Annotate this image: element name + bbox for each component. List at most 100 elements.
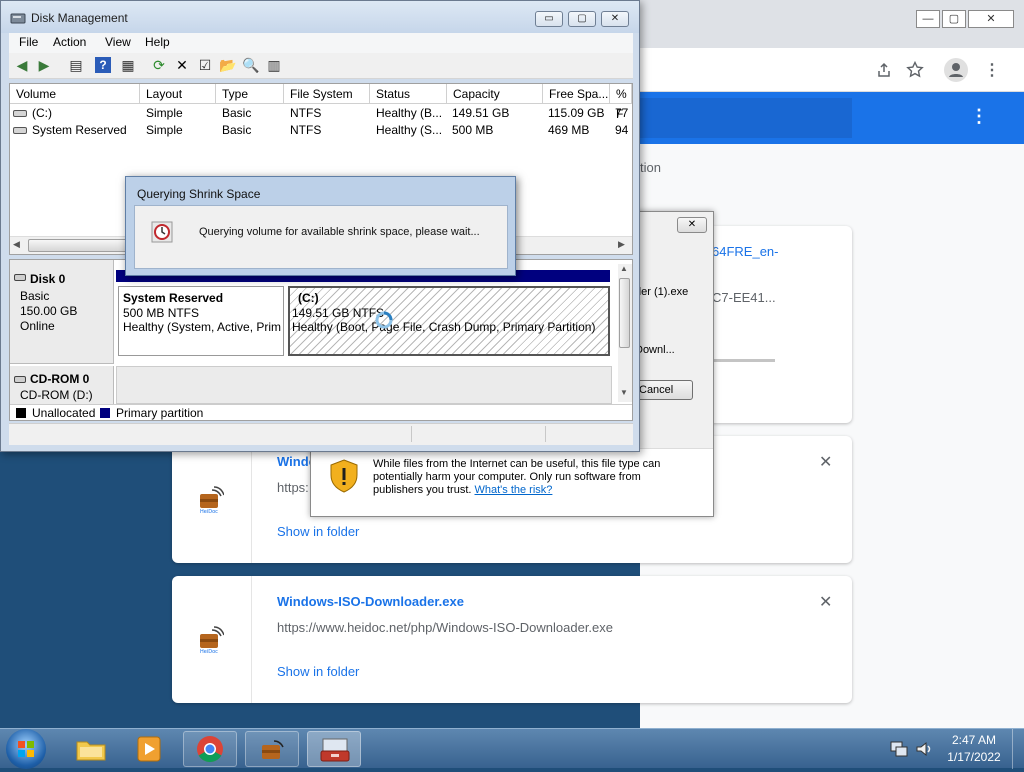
taskbar-chrome-button[interactable] <box>183 731 237 767</box>
properties-icon[interactable]: ▦ <box>119 56 137 74</box>
open-folder-icon[interactable]: 📂 <box>219 56 237 74</box>
column-header-status[interactable]: Status <box>370 84 447 104</box>
disk-0-size: 150.00 GB <box>20 304 78 318</box>
menu-action[interactable]: Action <box>53 35 86 49</box>
status-divider <box>411 426 412 442</box>
refresh-icon[interactable]: ⟳ <box>150 56 168 74</box>
partition-c-drive[interactable]: (C:) 149.51 GB NTFS Healthy (Boot, Page … <box>288 286 610 356</box>
download-url: https://www.heidoc.net/php/Windows-ISO-D… <box>277 620 614 635</box>
column-header-capacity[interactable]: Capacity <box>447 84 543 104</box>
scroll-down-arrow-icon[interactable]: ▼ <box>620 388 628 397</box>
partition-system-reserved[interactable]: System Reserved 500 MB NTFS Healthy (Sys… <box>118 286 284 356</box>
clock-date[interactable]: 1/17/2022 <box>944 750 1004 764</box>
clock-time[interactable]: 2:47 AM <box>944 733 1004 747</box>
show-desktop-button[interactable] <box>1012 729 1024 769</box>
cdrom-0-label[interactable]: CD-ROM 0 CD-ROM (D:) <box>10 366 114 404</box>
bookmark-star-icon[interactable] <box>906 61 924 79</box>
scroll-right-arrow-icon[interactable]: ▶ <box>618 239 625 250</box>
download-filename[interactable]: 64FRE_en- <box>712 244 778 259</box>
toolbar: ◀ ▶ ▤ ? ▦ ⟳ ✕ ☑ 📂 🔍 ▥ <box>9 53 633 79</box>
cell-volume: System Reserved <box>32 123 127 137</box>
legend-primary-partition: Primary partition <box>116 406 204 420</box>
column-header-free-space[interactable]: Free Spa... <box>543 84 610 104</box>
remove-download-button[interactable]: ✕ <box>819 592 832 612</box>
disk-0-label[interactable]: Disk 0 Basic 150.00 GB Online <box>10 260 114 364</box>
column-header-percent-free[interactable]: % F <box>610 84 632 121</box>
from-partial: Downl... <box>635 344 675 356</box>
whats-the-risk-link[interactable]: What's the risk? <box>475 484 553 496</box>
download-filename[interactable]: Windows-ISO-Downloader.exe <box>277 594 464 609</box>
cell-capacity: 500 MB <box>452 123 494 137</box>
scrollbar-thumb[interactable] <box>619 278 630 348</box>
cell-type: Basic <box>222 106 252 120</box>
download-url: https: <box>277 480 309 495</box>
querying-shrink-space-dialog: Querying Shrink Space Querying volume fo… <box>125 176 516 276</box>
partition-status: Healthy (Boot, Page File, Crash Dump, Pr… <box>292 320 596 334</box>
maximize-button[interactable]: ▢ <box>568 11 596 27</box>
downloads-search-bar[interactable] <box>640 98 852 138</box>
page-text-fragment: tion <box>640 160 661 175</box>
chrome-maximize-button[interactable]: ▢ <box>942 10 966 28</box>
dialog-body: Querying volume for available shrink spa… <box>134 205 508 269</box>
table-row[interactable]: System Reserved Simple Basic NTFS Health… <box>10 122 632 139</box>
settings-list-icon[interactable]: ▥ <box>265 56 283 74</box>
chrome-menu-icon[interactable]: ⋮ <box>984 60 1000 80</box>
delete-icon[interactable]: ✕ <box>173 56 191 74</box>
security-dialog-close-button[interactable]: ✕ <box>677 217 707 233</box>
disk-0-type: Basic <box>20 289 50 303</box>
chrome-minimize-button[interactable]: — <box>916 10 940 28</box>
volume-icon[interactable] <box>915 741 933 757</box>
downloads-header: ⋮ <box>640 92 1024 144</box>
menu-view[interactable]: View <box>105 35 131 49</box>
help-icon[interactable]: ? <box>95 57 111 73</box>
menu-file[interactable]: File <box>19 35 38 49</box>
taskbar-heidoc-button[interactable] <box>245 731 299 767</box>
chrome-toolbar: ⋮ <box>640 48 1024 92</box>
column-header-volume[interactable]: Volume <box>10 84 140 104</box>
clock-icon <box>151 221 173 243</box>
show-hide-console-icon[interactable]: ▤ <box>67 56 85 74</box>
taskbar-media-player-button[interactable] <box>122 731 176 767</box>
back-arrow-icon[interactable]: ◀ <box>13 56 31 74</box>
chrome-close-button[interactable]: ✕ <box>968 10 1014 28</box>
network-icon[interactable] <box>890 741 908 757</box>
table-row[interactable]: (C:) Simple Basic NTFS Healthy (B... 149… <box>10 105 632 122</box>
check-icon[interactable]: ☑ <box>196 56 214 74</box>
cell-percent-free: 94 <box>615 123 629 137</box>
forward-arrow-icon[interactable]: ▶ <box>35 56 53 74</box>
column-header-type[interactable]: Type <box>216 84 284 104</box>
remove-download-button[interactable]: ✕ <box>819 452 832 472</box>
minimize-button[interactable]: ▭ <box>535 11 563 27</box>
window-title: Disk Management <box>31 11 128 25</box>
start-button[interactable] <box>6 729 46 769</box>
profile-avatar[interactable] <box>944 58 968 82</box>
scroll-left-arrow-icon[interactable]: ◀ <box>13 239 20 250</box>
cell-type: Basic <box>222 123 252 137</box>
partition-size: 149.51 GB NTFS <box>292 306 385 320</box>
column-header-file-system[interactable]: File System <box>284 84 370 104</box>
cell-free-space: 469 MB <box>548 123 590 137</box>
show-in-folder-link[interactable]: Show in folder <box>277 664 359 679</box>
menu-help[interactable]: Help <box>145 35 170 49</box>
drive-icon <box>13 110 27 117</box>
partition-status: Healthy (System, Active, Prim <box>123 320 281 334</box>
taskbar-explorer-button[interactable] <box>64 731 118 767</box>
column-header-layout[interactable]: Layout <box>140 84 216 104</box>
heidoc-app-icon: HeiDoc <box>200 486 224 514</box>
disk-0-name: Disk 0 <box>30 272 66 286</box>
downloads-menu-icon[interactable]: ⋮ <box>970 106 988 127</box>
taskbar-disk-management-button[interactable] <box>307 731 361 767</box>
cell-status: Healthy (B... <box>376 106 443 120</box>
vertical-scrollbar[interactable]: ▲ ▼ <box>618 264 632 402</box>
disk-0-partitions: System Reserved 500 MB NTFS Healthy (Sys… <box>116 270 610 360</box>
search-icon[interactable]: 🔍 <box>242 56 260 74</box>
cell-capacity: 149.51 GB <box>452 106 510 120</box>
busy-spinner-icon <box>375 311 393 329</box>
show-in-folder-link[interactable]: Show in folder <box>277 524 359 539</box>
unallocated-swatch <box>16 408 26 418</box>
share-icon[interactable] <box>876 62 892 78</box>
cell-file-system: NTFS <box>290 106 322 120</box>
close-button[interactable]: ✕ <box>601 11 629 27</box>
cell-layout: Simple <box>146 123 183 137</box>
scroll-up-arrow-icon[interactable]: ▲ <box>620 264 628 273</box>
